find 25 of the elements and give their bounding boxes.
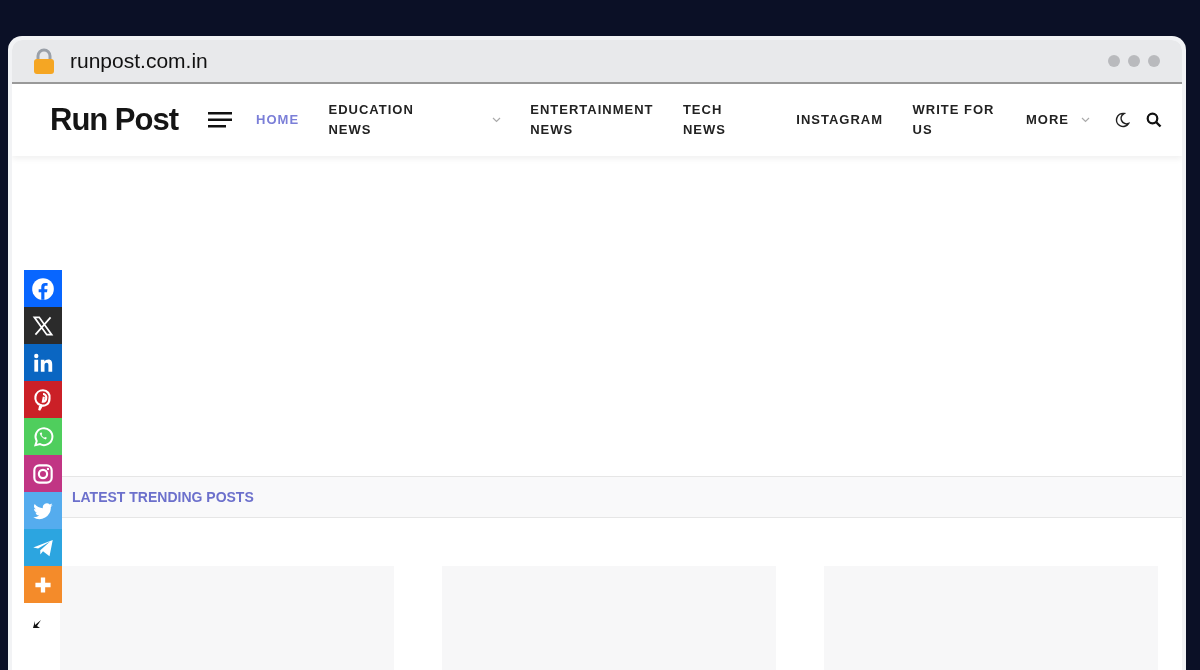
search-icon[interactable] — [1146, 112, 1162, 128]
site-logo[interactable]: Run Post — [50, 96, 179, 144]
nav-link[interactable]: ENTERTAINMENT NEWS — [530, 99, 654, 141]
x-share-button[interactable] — [24, 307, 62, 344]
window-dot — [1128, 55, 1140, 67]
url-text[interactable]: runpost.com.in — [70, 45, 208, 77]
collapse-arrow-icon[interactable] — [32, 618, 42, 629]
pinterest-share-button[interactable] — [24, 381, 62, 418]
nav-link[interactable]: WRITE FOR US — [912, 99, 997, 141]
telegram-share-button[interactable] — [24, 529, 62, 566]
nav-link[interactable]: TECH NEWS — [682, 99, 767, 141]
instagram-share-button[interactable] — [24, 455, 62, 492]
linkedin-share-button[interactable] — [24, 344, 62, 381]
nav-link[interactable]: INSTAGRAM — [796, 109, 884, 131]
window-dot — [1148, 55, 1160, 67]
nav-link[interactable]: EDUCATION NEWS — [328, 99, 414, 141]
facebook-share-button[interactable] — [24, 270, 62, 307]
window-dot — [1108, 55, 1120, 67]
lock-icon — [34, 48, 54, 74]
facebook-icon — [30, 275, 56, 302]
section-title: LATEST TRENDING POSTS — [72, 487, 254, 507]
nav-link[interactable]: HOME — [256, 109, 300, 131]
nav-link[interactable]: MORE — [1025, 109, 1069, 131]
menu-icon[interactable] — [208, 112, 233, 128]
moon-icon[interactable] — [1114, 112, 1130, 128]
